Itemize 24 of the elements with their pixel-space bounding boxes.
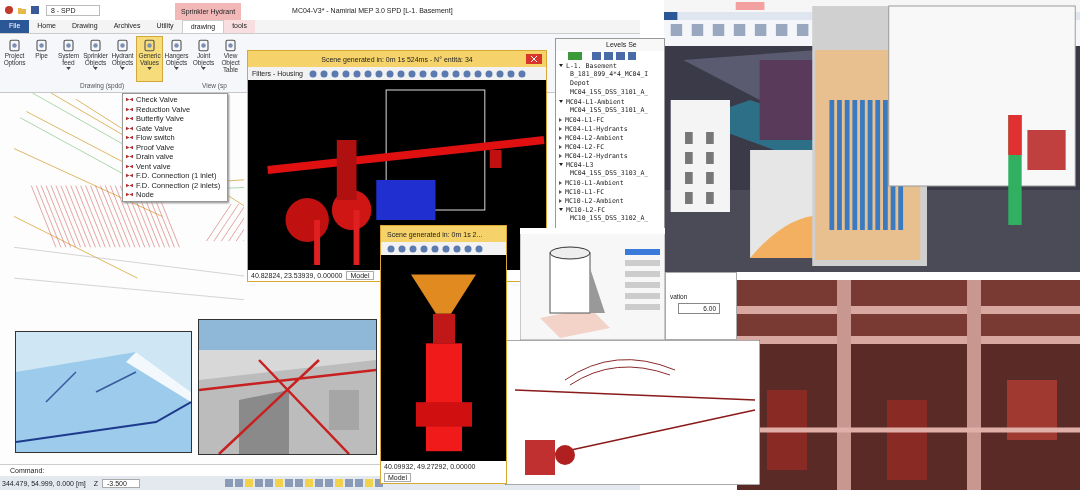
level-toolbar-icon[interactable] [566,51,636,61]
tool-icon [88,38,103,53]
caret-icon [120,66,125,70]
app-logo-icon [4,5,14,15]
tool-icon [196,38,211,53]
expand-arrow-icon[interactable] [559,208,563,211]
tool-icon [223,38,238,53]
caret-icon [147,66,152,70]
expand-arrow-icon[interactable] [559,100,563,103]
caret-icon [201,66,206,70]
tool-icon [142,38,157,53]
valve-icon [126,191,133,199]
save-icon[interactable] [30,5,40,15]
close-icon[interactable] [526,54,542,64]
caret-icon [93,66,98,70]
expand-arrow-icon[interactable] [559,64,563,67]
expand-arrow-icon[interactable] [559,163,563,166]
tool-icon [169,38,184,53]
caret-icon [174,66,179,70]
caret-icon [66,66,71,70]
tool-icon [7,38,22,53]
tool-icon [115,38,130,53]
tool-icon [61,38,76,53]
tool-icon [34,38,49,53]
